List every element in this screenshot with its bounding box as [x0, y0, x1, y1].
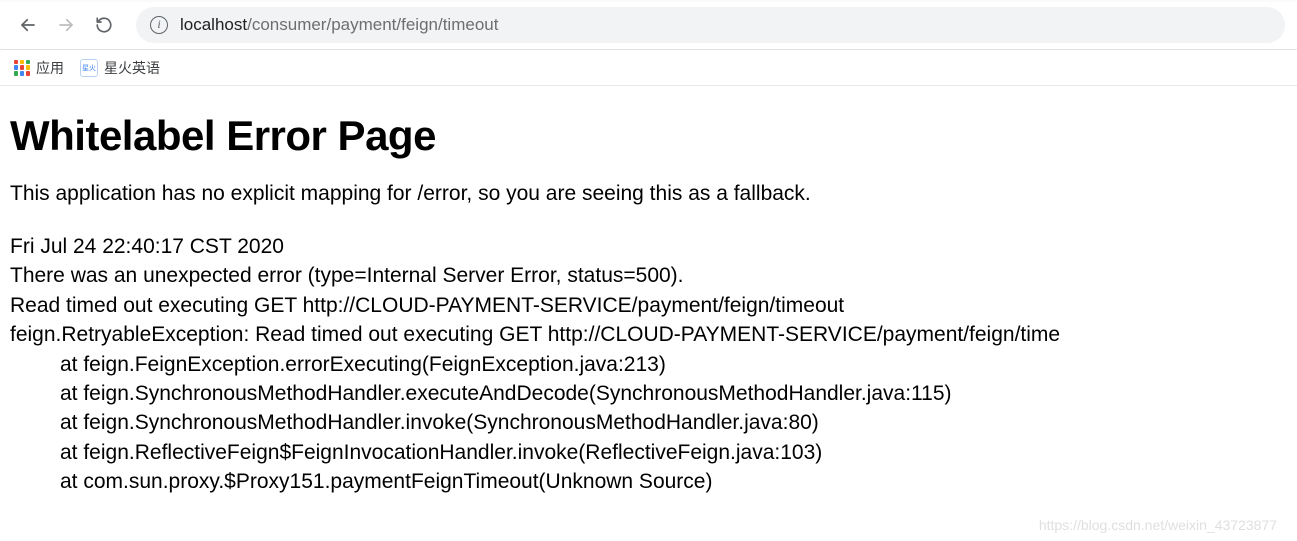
spark-favicon-icon: 星火	[80, 59, 98, 77]
stack-trace-line: at feign.SynchronousMethodHandler.invoke…	[10, 408, 1287, 437]
stack-trace-line: at feign.SynchronousMethodHandler.execut…	[10, 379, 1287, 408]
site-info-icon[interactable]: i	[150, 16, 168, 34]
url-path: /consumer/payment/feign/timeout	[247, 15, 498, 34]
page-content: Whitelabel Error Page This application h…	[0, 86, 1297, 509]
error-subtitle: This application has no explicit mapping…	[10, 182, 1287, 206]
watermark: https://blog.csdn.net/weixin_43723877	[1039, 517, 1277, 533]
error-summary: There was an unexpected error (type=Inte…	[10, 261, 1287, 290]
page-title: Whitelabel Error Page	[10, 112, 1287, 160]
url-host: localhost	[180, 15, 247, 34]
stack-trace-line: at com.sun.proxy.$Proxy151.paymentFeignT…	[10, 467, 1287, 496]
arrow-left-icon	[19, 16, 37, 34]
error-details: Fri Jul 24 22:40:17 CST 2020 There was a…	[10, 232, 1287, 497]
bookmarks-bar: 应用 星火 星火英语	[0, 50, 1297, 86]
error-timestamp: Fri Jul 24 22:40:17 CST 2020	[10, 232, 1287, 261]
address-bar[interactable]: i localhost/consumer/payment/feign/timeo…	[136, 7, 1285, 43]
error-message: Read timed out executing GET http://CLOU…	[10, 291, 1287, 320]
error-exception: feign.RetryableException: Read timed out…	[10, 320, 1287, 349]
apps-shortcut[interactable]: 应用	[14, 58, 64, 78]
apps-label: 应用	[36, 58, 64, 78]
apps-grid-icon	[14, 60, 30, 76]
arrow-right-icon	[57, 16, 75, 34]
forward-button[interactable]	[50, 9, 82, 41]
url-text: localhost/consumer/payment/feign/timeout	[180, 15, 498, 35]
stack-trace-line: at feign.ReflectiveFeign$FeignInvocation…	[10, 438, 1287, 467]
bookmark-label: 星火英语	[104, 58, 160, 78]
stack-trace-line: at feign.FeignException.errorExecuting(F…	[10, 350, 1287, 379]
back-button[interactable]	[12, 9, 44, 41]
browser-toolbar: i localhost/consumer/payment/feign/timeo…	[0, 0, 1297, 50]
bookmark-spark-english[interactable]: 星火 星火英语	[80, 58, 160, 78]
reload-icon	[95, 16, 113, 34]
reload-button[interactable]	[88, 9, 120, 41]
